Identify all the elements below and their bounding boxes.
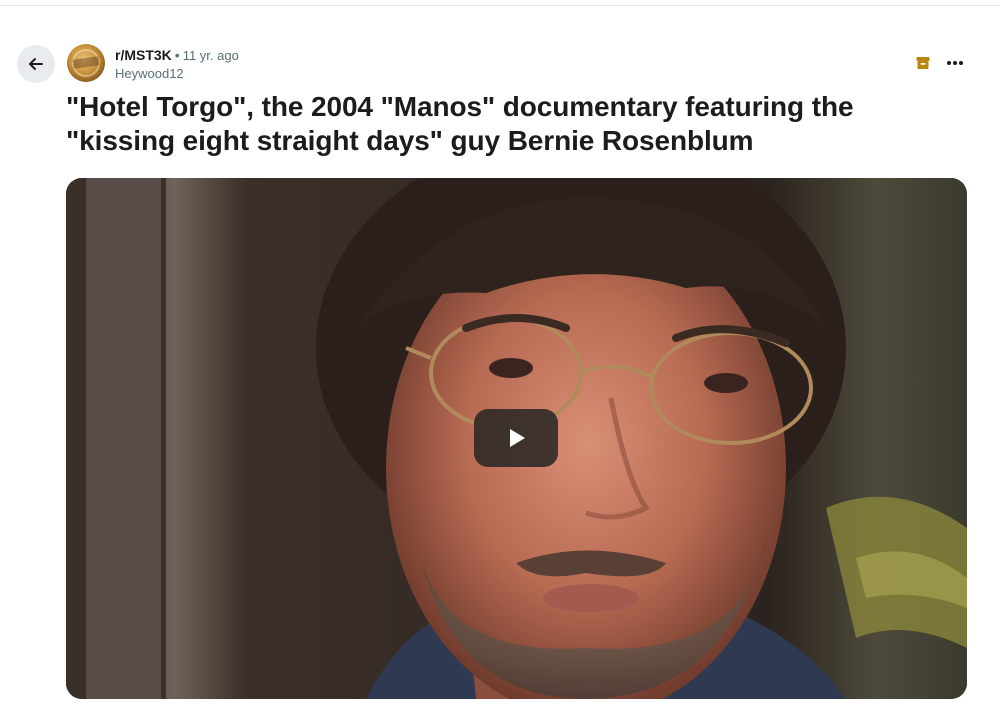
- post-title[interactable]: "Hotel Torgo", the 2004 "Manos" document…: [66, 90, 966, 158]
- author-link[interactable]: Heywood12: [115, 66, 184, 82]
- subreddit-link[interactable]: r/MST3K: [115, 47, 172, 63]
- post-time: 11 yr. ago: [182, 48, 239, 63]
- more-horizontal-icon: [947, 61, 963, 65]
- subreddit-avatar[interactable]: [67, 44, 105, 82]
- archive-icon: [916, 57, 930, 69]
- meta-separator: •: [174, 47, 180, 63]
- post-page: r/MST3K • 11 yr. ago Heywood12 "Hotel Torg…: [0, 0, 1000, 714]
- arrow-left-icon: [29, 58, 43, 70]
- post-meta: r/MST3K • 11 yr. ago: [115, 46, 239, 65]
- back-button[interactable]: [17, 45, 55, 83]
- play-icon: [510, 429, 525, 447]
- top-divider: [0, 5, 1000, 6]
- more-options-button[interactable]: [940, 50, 970, 76]
- play-button[interactable]: [474, 409, 558, 467]
